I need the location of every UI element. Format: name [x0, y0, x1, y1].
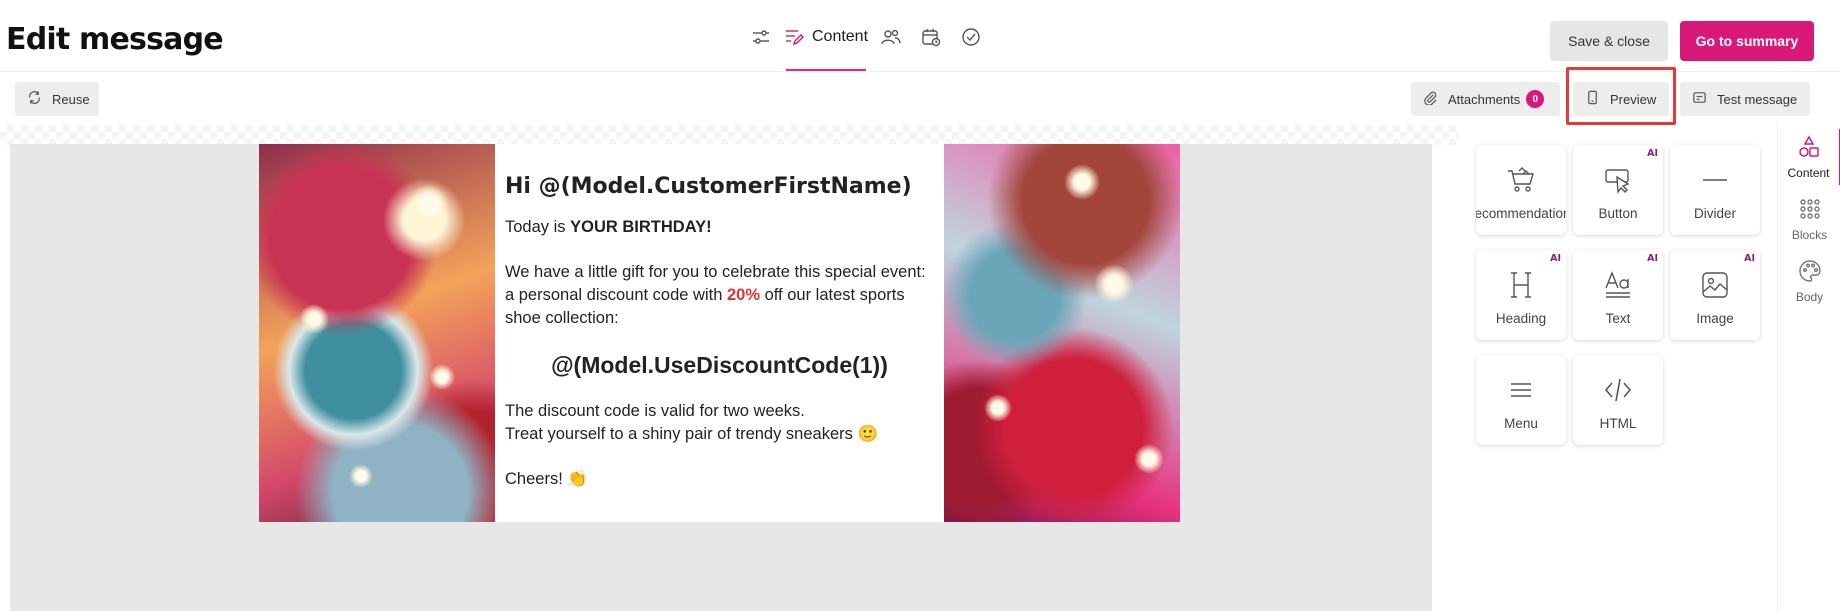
balloons-image-right[interactable]: [944, 144, 1180, 522]
gift-paragraph: We have a little gift for you to celebra…: [505, 261, 934, 330]
sparkle: [984, 394, 1012, 422]
divider-icon: [1700, 165, 1730, 206]
check-circle-icon: [961, 27, 981, 52]
birthday-line: Today is YOUR BIRTHDAY!: [505, 216, 934, 239]
block-label: Heading: [1495, 311, 1547, 326]
content-blocks-panel: Recommendations AI Button Divider AI Hea…: [1458, 125, 1778, 611]
toolbar: Reuse Attachments 0 Preview Test message: [0, 71, 1840, 125]
attachments-count-badge: 0: [1526, 90, 1545, 108]
cheers-line: Cheers! 👏: [505, 470, 588, 488]
heading-icon: [1506, 270, 1536, 311]
attachments-button[interactable]: Attachments 0: [1411, 82, 1560, 116]
palette-icon: [1798, 259, 1822, 290]
block-label: Image: [1696, 311, 1734, 326]
code-icon: [1603, 375, 1633, 416]
tab-content[interactable]: Content: [784, 20, 869, 71]
ai-badge: AI: [1744, 253, 1755, 264]
sparkle: [1094, 264, 1134, 304]
block-label: Menu: [1504, 416, 1538, 431]
test-message-button[interactable]: Test message: [1680, 82, 1810, 116]
people-icon: [881, 27, 901, 52]
treat-line: Treat yourself to a shiny pair of trendy…: [505, 425, 879, 443]
block-recommendations[interactable]: Recommendations: [1476, 145, 1566, 235]
tab-content-label: Content: [811, 28, 869, 45]
birthday-prefix: Today is: [505, 218, 571, 236]
block-label: Divider: [1693, 206, 1736, 221]
block-menu[interactable]: Menu: [1476, 355, 1566, 445]
side-tab-label: Blocks: [1791, 227, 1828, 242]
sliders-icon: [751, 27, 771, 52]
go-to-summary-button[interactable]: Go to summary: [1680, 21, 1814, 61]
test-message-icon: [1692, 90, 1717, 108]
block-divider[interactable]: Divider: [1670, 145, 1760, 235]
block-button[interactable]: AI Button: [1573, 145, 1663, 235]
sparkle: [299, 304, 329, 334]
block-label: HTML: [1599, 416, 1637, 431]
text-icon: [1603, 270, 1633, 311]
email-preview[interactable]: Hi @(Model.CustomerFirstName) Today is Y…: [259, 144, 1180, 522]
sparkle: [1134, 444, 1164, 474]
side-tabs: Content Blocks Body: [1777, 125, 1840, 611]
step-settings[interactable]: [742, 20, 780, 71]
block-label: Button: [1598, 206, 1638, 221]
test-message-label: Test message: [1717, 91, 1798, 107]
block-heading[interactable]: AI Heading: [1476, 250, 1566, 340]
block-html[interactable]: HTML: [1573, 355, 1663, 445]
block-label: Text: [1605, 311, 1631, 326]
email-greeting: Hi @(Model.CustomerFirstName): [505, 174, 912, 199]
grid-dots-icon: [1798, 197, 1822, 228]
menu-icon: [1506, 375, 1536, 416]
page-title: Edit message: [6, 22, 224, 57]
content-icon: [784, 27, 804, 52]
canvas-checker-strip: [0, 125, 1458, 145]
ai-badge: AI: [1647, 253, 1658, 264]
block-label: Recommendations: [1476, 206, 1566, 221]
side-tab-content[interactable]: Content: [1778, 129, 1840, 185]
preview-highlight-box: [1566, 67, 1676, 125]
paperclip-icon: [1423, 90, 1448, 108]
sparkle: [409, 184, 449, 224]
balloons-image-left[interactable]: [259, 144, 495, 522]
ai-badge: AI: [1647, 148, 1658, 159]
cart-icon: [1506, 165, 1536, 206]
header: Edit message Content Save & close Go to …: [0, 0, 1840, 71]
side-tab-label: Body: [1795, 289, 1824, 304]
calendar-icon: [921, 27, 941, 52]
block-text[interactable]: AI Text: [1573, 250, 1663, 340]
step-navigation: Content: [742, 20, 990, 71]
reuse-label: Reuse: [52, 91, 90, 107]
sparkle: [429, 364, 455, 390]
reuse-icon: [27, 90, 52, 108]
image-icon: [1700, 270, 1730, 311]
step-recipients[interactable]: [872, 20, 910, 71]
step-schedule[interactable]: [910, 20, 952, 71]
side-tab-body[interactable]: Body: [1778, 253, 1840, 309]
sparkle: [349, 464, 373, 488]
birthday-strong: YOUR BIRTHDAY!: [570, 218, 712, 236]
cursor-button-icon: [1603, 165, 1633, 206]
email-body[interactable]: Hi @(Model.CustomerFirstName) Today is Y…: [495, 144, 944, 522]
reuse-button[interactable]: Reuse: [15, 82, 99, 116]
side-tab-blocks[interactable]: Blocks: [1778, 191, 1840, 247]
gift-percent: 20%: [726, 286, 760, 304]
save-close-button[interactable]: Save & close: [1550, 21, 1668, 61]
attachments-label: Attachments: [1448, 91, 1521, 107]
block-image[interactable]: AI Image: [1670, 250, 1760, 340]
ai-badge: AI: [1550, 253, 1561, 264]
step-summary[interactable]: [952, 20, 990, 71]
shapes-icon: [1797, 134, 1821, 166]
side-tab-label: Content: [1787, 165, 1830, 180]
discount-code: @(Model.UseDiscountCode(1)): [551, 352, 888, 378]
sparkle: [1064, 164, 1100, 200]
valid-line: The discount code is valid for two weeks…: [505, 402, 805, 420]
